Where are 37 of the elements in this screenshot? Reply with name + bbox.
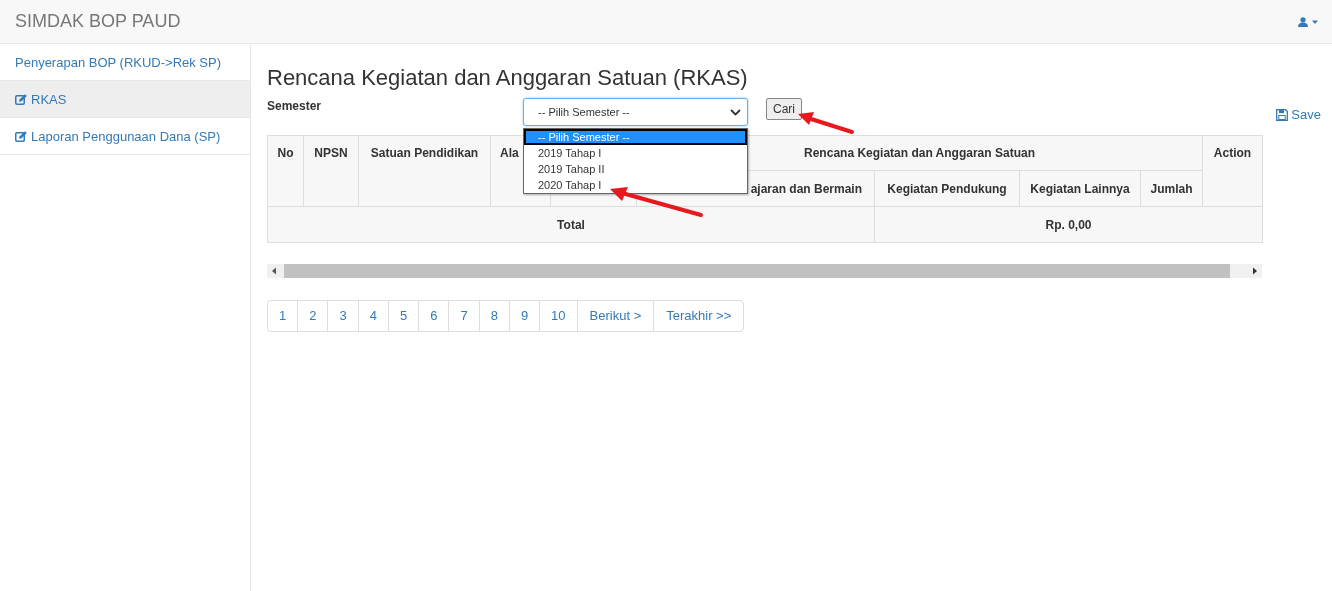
semester-select[interactable]: -- Pilih Semester -- bbox=[523, 98, 748, 126]
column-header: Action bbox=[1202, 135, 1263, 207]
column-header: Kegiatan Pendukung bbox=[874, 170, 1020, 207]
edit-icon bbox=[15, 93, 27, 105]
search-button[interactable]: Cari bbox=[766, 98, 802, 120]
brand-title[interactable]: SIMDAK BOP PAUD bbox=[15, 11, 181, 32]
arrow-drawing bbox=[796, 110, 856, 136]
total-label: Total bbox=[267, 206, 875, 243]
page-link[interactable]: 5 bbox=[387, 301, 419, 331]
page-link[interactable]: 3 bbox=[327, 301, 358, 331]
page-link[interactable]: 8 bbox=[478, 301, 509, 331]
column-header: Kegiatan Lainnya bbox=[1019, 170, 1141, 207]
horizontal-scrollbar[interactable] bbox=[267, 264, 1262, 278]
chevron-down-icon bbox=[730, 108, 741, 116]
page-link[interactable]: 9 bbox=[508, 301, 540, 331]
save-icon bbox=[1276, 108, 1289, 121]
dropdown-option[interactable]: -- Pilih Semester -- bbox=[524, 129, 747, 145]
page-link[interactable]: 2 bbox=[297, 301, 328, 331]
sidebar-item[interactable]: RKAS bbox=[0, 81, 250, 118]
page-link[interactable]: 1 bbox=[268, 301, 298, 331]
total-value: Rp. 0,00 bbox=[874, 206, 1263, 243]
semester-label: Semester bbox=[267, 99, 323, 113]
user-icon bbox=[1298, 16, 1320, 27]
column-header: Satuan Pendidikan bbox=[358, 135, 491, 207]
save-link[interactable]: Save bbox=[1276, 107, 1321, 122]
page-link[interactable]: Terakhir >> bbox=[653, 301, 744, 331]
page-link[interactable]: 10 bbox=[539, 301, 577, 331]
page-link[interactable]: 7 bbox=[448, 301, 479, 331]
edit-icon bbox=[15, 130, 27, 142]
page-link[interactable]: Berikut > bbox=[576, 301, 654, 331]
page-title: Rencana Kegiatan dan Anggaran Satuan (RKAS) bbox=[267, 65, 749, 91]
column-header: NPSN bbox=[303, 135, 359, 207]
page-link[interactable]: 6 bbox=[418, 301, 449, 331]
sidebar-item[interactable]: Laporan Penggunaan Dana (SP) bbox=[0, 118, 250, 155]
column-header: No bbox=[267, 135, 304, 207]
page-link[interactable]: 4 bbox=[357, 301, 388, 331]
column-header: Jumlah bbox=[1140, 170, 1203, 207]
